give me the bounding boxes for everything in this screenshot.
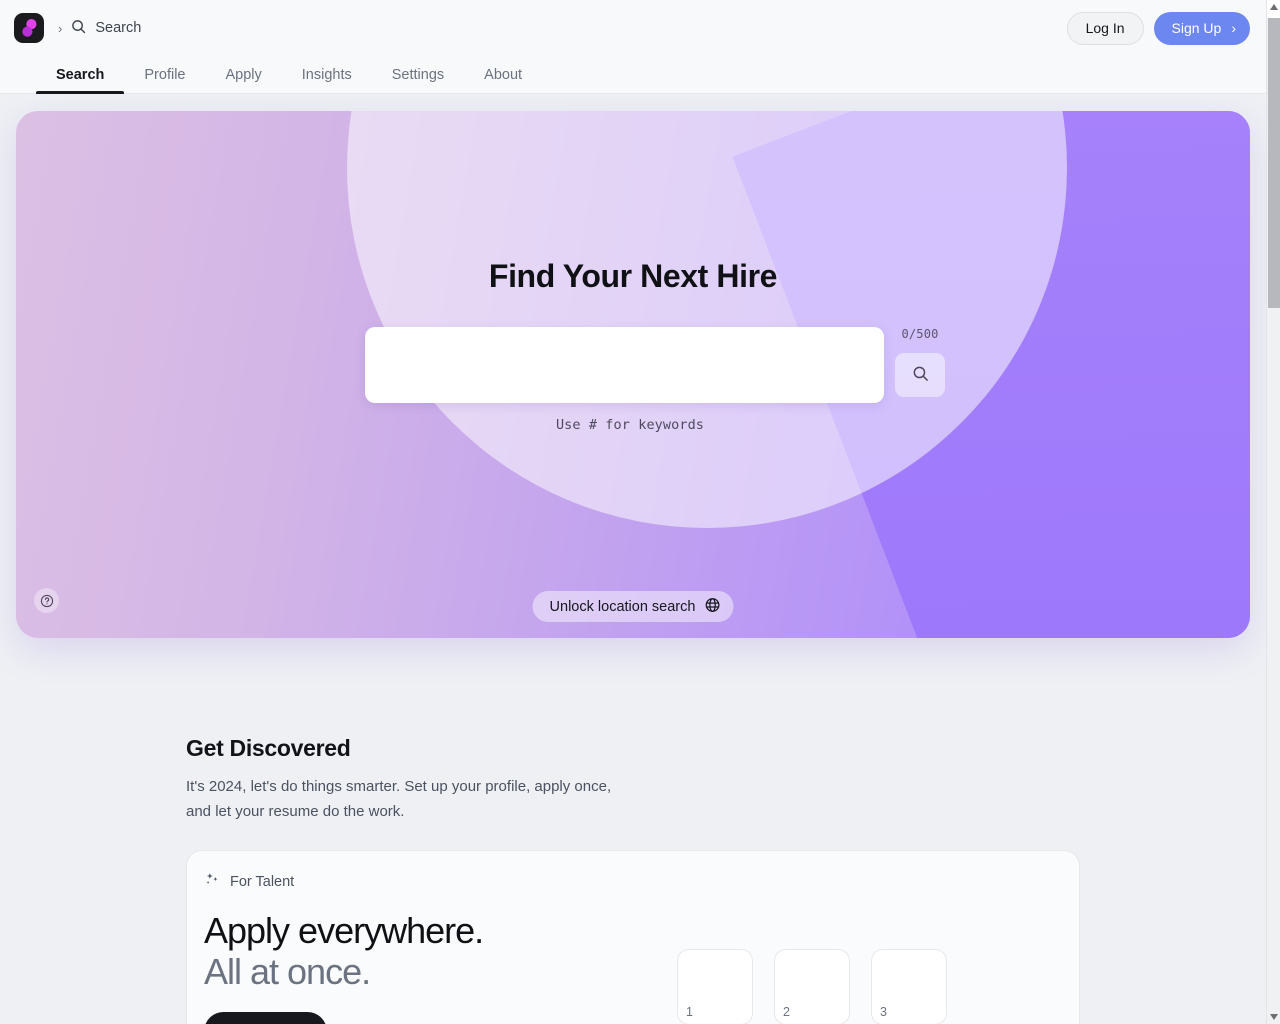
tab-profile[interactable]: Profile bbox=[124, 67, 205, 93]
step-box[interactable]: 2 bbox=[774, 949, 850, 1024]
scroll-up-arrow-icon[interactable] bbox=[1267, 0, 1280, 14]
character-counter: 0/500 bbox=[901, 327, 939, 341]
for-talent-card: For Talent Apply everywhere. All at once… bbox=[186, 850, 1080, 1024]
log-in-button[interactable]: Log In bbox=[1066, 11, 1144, 45]
scroll-thumb[interactable] bbox=[1268, 18, 1280, 308]
sparkles-icon bbox=[204, 871, 221, 892]
step-number: 1 bbox=[686, 1005, 693, 1019]
for-talent-headline-line1: Apply everywhere. bbox=[204, 910, 484, 951]
unlock-location-label: Unlock location search bbox=[549, 598, 696, 615]
step-number: 3 bbox=[880, 1005, 887, 1019]
search-submit-button[interactable] bbox=[895, 353, 945, 397]
page-viewport: › Search Log In Sign Up › Search Profile… bbox=[0, 0, 1266, 1024]
for-talent-headline-line2: All at once. bbox=[204, 951, 371, 992]
get-discovered-body: It's 2024, let's do things smarter. Set … bbox=[186, 778, 612, 820]
breadcrumb-label: Search bbox=[95, 20, 142, 36]
step-boxes: 1 2 3 bbox=[677, 949, 947, 1024]
search-icon bbox=[71, 19, 86, 38]
app-logo-icon[interactable] bbox=[14, 13, 44, 43]
search-icon bbox=[912, 365, 929, 385]
step-number: 2 bbox=[783, 1005, 790, 1019]
tab-about[interactable]: About bbox=[464, 67, 542, 93]
step-box[interactable]: 1 bbox=[677, 949, 753, 1024]
tab-search[interactable]: Search bbox=[36, 67, 125, 94]
tab-settings[interactable]: Settings bbox=[372, 67, 464, 93]
hero-title: Find Your Next Hire bbox=[488, 258, 778, 294]
globe-icon bbox=[704, 597, 720, 617]
apply-now-button[interactable]: Apply Now › bbox=[204, 1012, 328, 1024]
scroll-down-arrow-icon[interactable] bbox=[1267, 1010, 1280, 1024]
for-talent-tag: For Talent bbox=[204, 871, 483, 892]
main-tabs: Search Profile Apply Insights Settings A… bbox=[0, 56, 1266, 94]
sign-up-button[interactable]: Sign Up › bbox=[1153, 11, 1250, 45]
tab-apply[interactable]: Apply bbox=[205, 67, 281, 93]
hero-content: Find Your Next Hire 0/500 Use # for keyw… bbox=[16, 111, 1250, 433]
page-scrollbar[interactable] bbox=[1266, 0, 1280, 1024]
step-box[interactable]: 3 bbox=[871, 949, 947, 1024]
for-talent-tag-label: For Talent bbox=[230, 873, 295, 890]
top-bar: › Search Log In Sign Up › bbox=[0, 0, 1266, 56]
for-talent-card-left: For Talent Apply everywhere. All at once… bbox=[204, 871, 484, 1024]
breadcrumb-separator: › bbox=[58, 20, 63, 36]
sign-up-label: Sign Up bbox=[1171, 20, 1222, 36]
unlock-location-search-button[interactable]: Unlock location search bbox=[532, 591, 734, 622]
hero-search-row: 0/500 bbox=[16, 327, 1250, 403]
get-discovered-section: Get Discovered It's 2024, let's do thing… bbox=[0, 638, 1266, 824]
search-hint-text: Use # for keywords bbox=[555, 417, 705, 433]
get-discovered-heading: Get Discovered bbox=[186, 735, 351, 761]
hero-section-wrapper: Find Your Next Hire 0/500 Use # for keyw… bbox=[0, 94, 1266, 638]
chevron-right-icon: › bbox=[1231, 20, 1236, 36]
help-circle-icon[interactable] bbox=[34, 588, 59, 613]
hero-banner: Find Your Next Hire 0/500 Use # for keyw… bbox=[16, 111, 1250, 638]
search-side-column: 0/500 bbox=[895, 327, 945, 397]
breadcrumb[interactable]: Search bbox=[71, 19, 141, 38]
tab-insights[interactable]: Insights bbox=[282, 67, 372, 93]
for-talent-headline: Apply everywhere. All at once. bbox=[204, 910, 484, 992]
search-input[interactable] bbox=[365, 327, 884, 403]
top-bar-actions: Log In Sign Up › bbox=[1066, 11, 1250, 45]
